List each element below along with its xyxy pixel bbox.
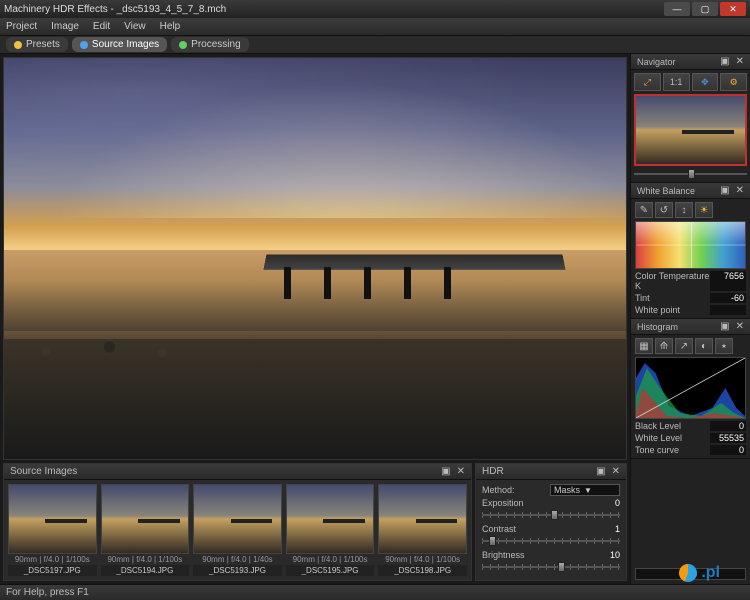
histogram-panel: Histogram▣✕ ▦ ⟰ ↗ ◐ ⭑ Bla [631, 319, 750, 459]
collapse-icon[interactable]: ✕ [736, 185, 744, 196]
thumb-meta: 90mm | f/4.0 | 1/100s [286, 554, 375, 565]
menu-view[interactable]: View [124, 21, 146, 32]
status-text: For Help, press F1 [6, 587, 89, 598]
tab-source-images[interactable]: Source Images [72, 37, 167, 52]
menu-edit[interactable]: Edit [93, 21, 110, 32]
clip-icon[interactable]: ◐ [695, 338, 713, 354]
thumb-filename: _DSC5198.JPG [378, 565, 467, 576]
navigator-thumbnail[interactable] [634, 94, 747, 166]
histogram-mode-icon[interactable]: ▦ [635, 338, 653, 354]
curve-icon[interactable]: ⟰ [655, 338, 673, 354]
thumb-filename: _DSC5195.JPG [286, 565, 375, 576]
preview-viewport[interactable] [3, 57, 627, 460]
undock-icon[interactable]: ▣ [720, 56, 729, 67]
param-value: 1 [586, 524, 620, 534]
hdr-panel: HDR ▣ ✕ Method: Masks▼ Exposition0 Contra… [475, 463, 627, 581]
window-controls: — ▢ ✕ [662, 2, 746, 16]
hist-label: Black Level [635, 421, 710, 431]
zoom-100-button[interactable]: 1:1 [663, 73, 690, 91]
eyedropper-icon[interactable]: ✎ [635, 202, 653, 218]
status-bar: For Help, press F1 [0, 584, 750, 600]
thumb-filename: _DSC5194.JPG [101, 565, 190, 576]
wb-value[interactable]: 7656 [710, 271, 746, 291]
method-label: Method: [482, 485, 550, 495]
method-select[interactable]: Masks▼ [550, 484, 620, 496]
zoom-slider[interactable] [634, 169, 747, 179]
param-slider[interactable] [482, 510, 620, 520]
daylight-icon[interactable]: ☀ [695, 202, 713, 218]
thumb-filename: _DSC5197.JPG [8, 565, 97, 576]
window-title: Machinery HDR Effects - _dsc5193_4_5_7_8… [4, 4, 662, 15]
linear-icon[interactable]: ↗ [675, 338, 693, 354]
thumb-meta: 90mm | f/4.0 | 1/40s [193, 554, 282, 565]
tab-processing[interactable]: Processing [171, 37, 248, 52]
menu-help[interactable]: Help [160, 21, 181, 32]
undock-icon[interactable]: ▣ [720, 185, 729, 196]
wb-value[interactable]: -60 [710, 293, 746, 303]
source-thumbnails: 90mm | f/4.0 | 1/100s_DSC5197.JPG90mm | … [4, 480, 471, 580]
undock-icon[interactable]: ▣ [596, 466, 605, 477]
wb-label: White point [635, 305, 710, 315]
panel-title: Source Images [10, 466, 77, 477]
title-bar: Machinery HDR Effects - _dsc5193_4_5_7_8… [0, 0, 750, 18]
white-balance-panel: White Balance▣✕ ✎ ↺ ↕ ☀ Color Temperatur… [631, 183, 750, 319]
star-icon[interactable]: ⭑ [715, 338, 733, 354]
hist-label: White Level [635, 433, 710, 443]
wb-value[interactable] [710, 305, 746, 315]
minimize-button[interactable]: — [664, 2, 690, 16]
source-images-panel: Source Images ▣ ✕ 90mm | f/4.0 | 1/100s_… [3, 463, 472, 581]
settings-button[interactable]: ⚙ [720, 73, 747, 91]
wb-label: Tint [635, 293, 710, 303]
undock-icon[interactable]: ▣ [441, 466, 450, 477]
close-button[interactable]: ✕ [720, 2, 746, 16]
source-thumb[interactable]: 90mm | f/4.0 | 1/100s_DSC5194.JPG [101, 484, 190, 576]
thumb-meta: 90mm | f/4.0 | 1/100s [378, 554, 467, 565]
histogram-chart[interactable] [635, 357, 746, 419]
reset-icon[interactable]: ↺ [655, 202, 673, 218]
maximize-button[interactable]: ▢ [692, 2, 718, 16]
param-label: Brightness [482, 550, 586, 560]
source-thumb[interactable]: 90mm | f/4.0 | 1/100s_DSC5198.JPG [378, 484, 467, 576]
thumb-meta: 90mm | f/4.0 | 1/100s [8, 554, 97, 565]
hist-value[interactable]: 55535 [710, 433, 746, 443]
param-value: 0 [586, 498, 620, 508]
source-thumb[interactable]: 90mm | f/4.0 | 1/100s_DSC5197.JPG [8, 484, 97, 576]
param-slider[interactable] [482, 562, 620, 572]
collapse-icon[interactable]: ✕ [736, 321, 744, 332]
collapse-icon[interactable]: ✕ [736, 56, 744, 67]
tab-presets[interactable]: Presets [6, 37, 68, 52]
menu-bar: Project Image Edit View Help [0, 18, 750, 36]
param-value: 10 [586, 550, 620, 560]
swirl-icon [679, 564, 697, 582]
source-thumb[interactable]: 90mm | f/4.0 | 1/100s_DSC5195.JPG [286, 484, 375, 576]
menu-image[interactable]: Image [51, 21, 79, 32]
thumb-meta: 90mm | f/4.0 | 1/100s [101, 554, 190, 565]
param-slider[interactable] [482, 536, 620, 546]
thumb-filename: _DSC5193.JPG [193, 565, 282, 576]
source-thumb[interactable]: 90mm | f/4.0 | 1/40s_DSC5193.JPG [193, 484, 282, 576]
hist-value[interactable]: 0 [710, 421, 746, 431]
panel-title: HDR [482, 466, 504, 477]
color-temperature-chart[interactable] [635, 221, 746, 269]
wb-label: Color Temperature K [635, 271, 710, 291]
watermark: .pl [679, 564, 720, 582]
auto-wb-icon[interactable]: ↕ [675, 202, 693, 218]
hist-label: Tone curve [635, 445, 710, 455]
navigator-panel: Navigator▣✕ ⤢ 1:1 ✥ ⚙ [631, 54, 750, 183]
pan-button[interactable]: ✥ [692, 73, 719, 91]
hist-value[interactable]: 0 [710, 445, 746, 455]
menu-project[interactable]: Project [6, 21, 37, 32]
zoom-fit-button[interactable]: ⤢ [634, 73, 661, 91]
mode-tabs: Presets Source Images Processing [0, 36, 750, 54]
param-label: Contrast [482, 524, 586, 534]
undock-icon[interactable]: ▣ [720, 321, 729, 332]
collapse-icon[interactable]: ✕ [457, 466, 465, 477]
param-label: Exposition [482, 498, 586, 508]
collapse-icon[interactable]: ✕ [612, 466, 620, 477]
